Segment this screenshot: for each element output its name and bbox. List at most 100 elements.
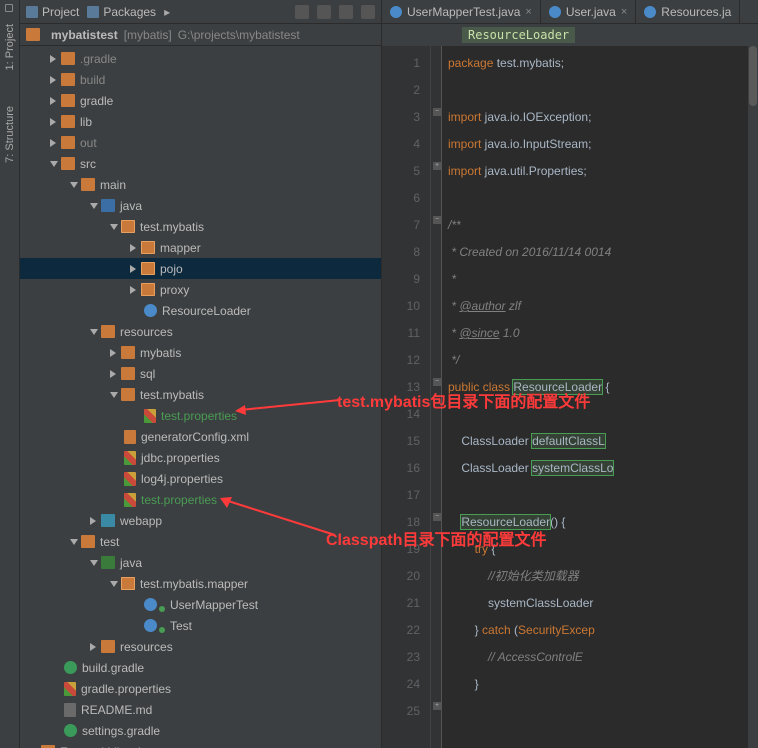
collapse-icon[interactable]: [70, 539, 78, 547]
expand-icon[interactable]: [110, 349, 118, 357]
collapse-icon[interactable]: [90, 560, 98, 568]
tree-node-test-mybatis-res[interactable]: test.mybatis: [20, 384, 381, 405]
tree-node-gradle[interactable]: gradle: [20, 90, 381, 111]
expand-icon[interactable]: [50, 97, 58, 105]
tree-node-settings-gradle[interactable]: settings.gradle: [20, 720, 381, 741]
collapse-icon[interactable]: [90, 329, 98, 337]
src-folder-icon: [101, 199, 115, 212]
md-icon: [64, 703, 76, 717]
folder-icon: [81, 535, 95, 548]
fold-gutter[interactable]: − + − − − +: [430, 46, 442, 748]
tree-node-dot-gradle[interactable]: .gradle: [20, 48, 381, 69]
tree-node-test-properties-2[interactable]: test.properties: [20, 489, 381, 510]
runnable-icon: [159, 606, 165, 612]
banner-class-name[interactable]: ResourceLoader: [462, 27, 575, 43]
tree-node-test-mybatis[interactable]: test.mybatis: [20, 216, 381, 237]
tree-node-log4j-properties[interactable]: log4j.properties: [20, 468, 381, 489]
tree-node-java[interactable]: java: [20, 195, 381, 216]
tree-node-test-class[interactable]: Test: [20, 615, 381, 636]
collapse-icon[interactable]: [90, 203, 98, 211]
expand-icon[interactable]: [130, 244, 138, 252]
tree-node-external-libs[interactable]: External Libraries: [20, 741, 381, 748]
gutter-tab-structure[interactable]: 7: Structure: [4, 102, 16, 167]
tree-node-test[interactable]: test: [20, 531, 381, 552]
tree-node-test-mapper-pkg[interactable]: test.mybatis.mapper: [20, 573, 381, 594]
code-editor[interactable]: 1234567891011121314151617181920212223242…: [382, 46, 758, 748]
tree-node-proxy[interactable]: proxy: [20, 279, 381, 300]
tree-node-resource-loader[interactable]: ResourceLoader: [20, 300, 381, 321]
collapse-icon[interactable]: [110, 581, 118, 589]
expand-icon[interactable]: [50, 118, 58, 126]
folder-icon: [61, 115, 75, 128]
editor-tab-user[interactable]: User.java×: [541, 0, 636, 23]
tree-node-pojo[interactable]: pojo: [20, 258, 381, 279]
tree-node-user-mapper-test[interactable]: UserMapperTest: [20, 594, 381, 615]
properties-icon: [64, 682, 76, 696]
expand-icon[interactable]: [50, 76, 58, 84]
expand-icon[interactable]: [90, 643, 98, 651]
code-content[interactable]: package test.mybatis; import java.io.IOE…: [442, 46, 758, 748]
folder-icon: [61, 136, 75, 149]
tree-node-sql-dir[interactable]: sql: [20, 363, 381, 384]
class-icon: [144, 619, 157, 632]
tree-node-test-properties-1[interactable]: test.properties: [20, 405, 381, 426]
tree-node-generator-config[interactable]: generatorConfig.xml: [20, 426, 381, 447]
tree-node-gradle-properties[interactable]: gradle.properties: [20, 678, 381, 699]
tree-node-webapp[interactable]: webapp: [20, 510, 381, 531]
tree-node-mapper[interactable]: mapper: [20, 237, 381, 258]
toolbar-settings-button[interactable]: [339, 5, 353, 19]
tree-node-resources[interactable]: resources: [20, 321, 381, 342]
fold-marker-icon[interactable]: −: [433, 216, 441, 224]
close-icon[interactable]: ×: [621, 6, 627, 18]
xml-icon: [124, 430, 136, 444]
tree-node-build[interactable]: build: [20, 69, 381, 90]
close-icon[interactable]: ×: [525, 6, 531, 18]
fold-marker-icon[interactable]: −: [433, 378, 441, 386]
tree-node-mybatis-dir[interactable]: mybatis: [20, 342, 381, 363]
editor-tab-usermappertest[interactable]: UserMapperTest.java×: [382, 0, 541, 23]
tree-node-build-gradle[interactable]: build.gradle: [20, 657, 381, 678]
gutter-tab-project[interactable]: 1: Project: [4, 20, 16, 74]
collapse-icon[interactable]: [110, 224, 118, 232]
tree-node-jdbc-properties[interactable]: jdbc.properties: [20, 447, 381, 468]
collapse-icon[interactable]: [50, 161, 58, 169]
collapse-icon[interactable]: [110, 392, 118, 400]
expand-icon[interactable]: [130, 265, 138, 273]
fold-marker-icon[interactable]: −: [433, 513, 441, 521]
fold-marker-icon[interactable]: +: [433, 162, 441, 170]
folder-icon: [61, 52, 75, 65]
project-tree[interactable]: .gradle build gradle lib out src main ja…: [20, 46, 381, 748]
tree-node-test-java[interactable]: java: [20, 552, 381, 573]
toolbar-hide-button[interactable]: [361, 5, 375, 19]
expand-icon[interactable]: [50, 55, 58, 63]
tree-node-main[interactable]: main: [20, 174, 381, 195]
toolbar-tab-project-label: Project: [42, 5, 79, 19]
toolbar-target-button[interactable]: [317, 5, 331, 19]
tree-node-readme[interactable]: README.md: [20, 699, 381, 720]
properties-icon: [124, 493, 136, 507]
web-folder-icon: [101, 514, 115, 527]
tree-node-lib[interactable]: lib: [20, 111, 381, 132]
folder-icon: [121, 346, 135, 359]
vertical-scrollbar[interactable]: [748, 46, 758, 748]
res-folder-icon: [101, 640, 115, 653]
fold-marker-icon[interactable]: −: [433, 108, 441, 116]
breadcrumb-project: mybatistest: [51, 28, 118, 42]
folder-icon: [121, 367, 135, 380]
editor-tab-resources[interactable]: Resources.ja: [636, 0, 740, 23]
toolbar-more-icon[interactable]: ▸: [164, 5, 170, 19]
tree-node-out[interactable]: out: [20, 132, 381, 153]
expand-icon[interactable]: [90, 517, 98, 525]
toolbar-collapse-button[interactable]: [295, 5, 309, 19]
collapse-icon[interactable]: [70, 182, 78, 190]
fold-marker-icon[interactable]: +: [433, 702, 441, 710]
tree-node-test-resources[interactable]: resources: [20, 636, 381, 657]
expand-icon[interactable]: [110, 370, 118, 378]
tree-node-src[interactable]: src: [20, 153, 381, 174]
package-icon: [141, 241, 155, 254]
expand-icon[interactable]: [130, 286, 138, 294]
scrollbar-thumb[interactable]: [749, 46, 757, 106]
expand-icon[interactable]: [50, 139, 58, 147]
toolbar-tab-project[interactable]: Project: [26, 5, 79, 19]
toolbar-tab-packages[interactable]: Packages: [87, 5, 156, 19]
